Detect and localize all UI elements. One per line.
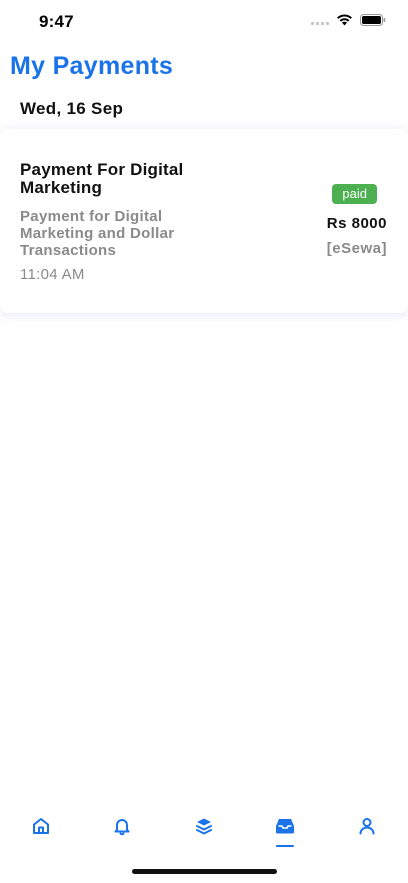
home-indicator [132,869,277,874]
payment-amount: Rs 8000 [326,215,387,232]
status-bar: 9:47 [0,0,408,46]
home-icon [31,816,51,836]
signal-icon [311,15,329,25]
active-tab-indicator [276,845,294,847]
status-time: 9:47 [39,12,74,31]
inbox-icon [274,816,296,836]
date-heading: Wed, 16 Sep [20,99,124,118]
payment-time: 11:04 AM [20,266,85,283]
user-icon [357,816,377,836]
payment-card[interactable]: Payment For Digital Marketing Payment fo… [0,129,408,313]
nav-notifications[interactable] [92,802,152,850]
layers-icon [194,816,214,836]
battery-icon [360,14,386,26]
nav-layers[interactable] [174,802,234,850]
bell-icon [112,816,132,836]
payment-title: Payment For Digital Marketing [20,160,184,197]
status-badge: paid [332,184,377,204]
nav-profile[interactable] [337,802,397,850]
wifi-icon [336,14,353,26]
payment-method: [eSewa] [326,240,387,257]
page-title: My Payments [10,52,174,80]
status-icons [311,14,386,26]
bottom-nav [0,802,408,862]
nav-home[interactable] [11,802,71,850]
payment-description: Payment for Digital Marketing and Dollar… [20,208,175,259]
nav-payments[interactable] [255,802,315,850]
